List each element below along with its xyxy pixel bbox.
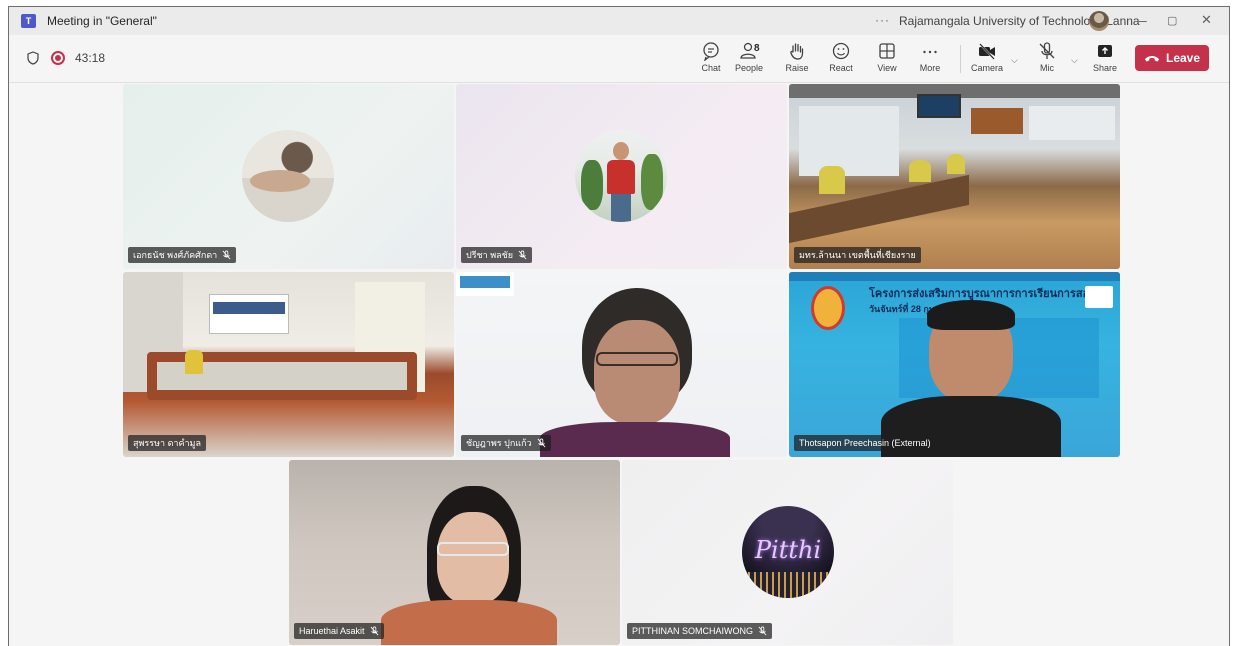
leave-button[interactable]: Leave — [1135, 45, 1209, 71]
title-bar: T Meeting in "General" ··· Rajamangala U… — [9, 7, 1229, 35]
react-button[interactable]: React — [819, 41, 863, 81]
participant-name-label: Thotsapon Preechasin (External) — [794, 435, 936, 451]
raise-hand-icon — [790, 43, 804, 60]
share-button[interactable]: Share — [1083, 41, 1127, 81]
recording-icon — [51, 51, 65, 65]
participant-video-tile[interactable]: โครงการส่งเสริมการบูรณาการการเรียนการสอน… — [789, 272, 1120, 457]
mic-off-icon — [537, 438, 546, 448]
mic-button[interactable]: Mic — [1025, 41, 1069, 81]
restore-button[interactable]: ▢ — [1167, 14, 1177, 27]
more-label: More — [919, 63, 941, 73]
mic-label: Mic — [1040, 63, 1054, 73]
people-label: People — [734, 63, 764, 73]
mic-options-chevron-icon[interactable]: ⌵ — [1071, 55, 1078, 66]
participant-video-tile[interactable]: Haruethai Asakit — [289, 460, 620, 645]
participant-name: Haruethai Asakit — [299, 626, 365, 636]
participant-name-label: สุพรรษา ดาคำมูล — [128, 435, 207, 451]
leave-label: Leave — [1165, 51, 1201, 65]
share-screen-icon — [1098, 45, 1112, 57]
participant-video-tile[interactable]: ชัญฎาพร ปุกแก้ว — [456, 272, 787, 457]
mic-off-icon — [518, 250, 527, 260]
participant-name: Thotsapon Preechasin (External) — [799, 438, 931, 448]
user-avatar[interactable] — [1089, 11, 1109, 31]
grid-view-icon — [879, 43, 895, 59]
close-button[interactable]: ✕ — [1201, 12, 1212, 28]
video-stage: เอกธนัช พงศ์ภัคศักดา ปรีชา พลชัย มทร.ล้า… — [9, 84, 1229, 646]
participant-name-label: ชัญฎาพร ปุกแก้ว — [461, 435, 551, 451]
camera-label: Camera — [970, 63, 1003, 73]
meeting-timer: 43:18 — [75, 51, 106, 65]
more-options-icon[interactable]: ··· — [875, 13, 890, 27]
participant-avatar: Pitthi — [742, 506, 834, 598]
people-button[interactable]: 8 People — [727, 41, 771, 81]
participant-name: ปรีชา พลชัย — [466, 250, 514, 260]
participant-tile[interactable]: เอกธนัช พงศ์ภัคศักดา — [123, 84, 454, 269]
mic-off-icon — [222, 250, 231, 260]
share-label: Share — [1092, 63, 1118, 73]
chat-label: Chat — [701, 63, 721, 73]
chat-icon — [703, 42, 719, 61]
minimize-button[interactable]: – — [1139, 12, 1147, 28]
view-button[interactable]: View — [865, 41, 909, 81]
participant-name-label: ปรีชา พลชัย — [461, 247, 533, 263]
participant-name: PITTHINAN SOMCHAIWONG — [632, 626, 753, 636]
shield-icon — [27, 51, 39, 65]
participant-video-tile[interactable]: มทร.ล้านนา เขตพื้นที่เชียงราย — [789, 84, 1120, 269]
participant-name-label: Haruethai Asakit — [294, 623, 384, 639]
mic-off-icon — [758, 626, 767, 636]
view-label: View — [877, 63, 897, 73]
participant-video-tile[interactable]: สุพรรษา ดาคำมูล — [123, 272, 454, 457]
participant-name-label: มทร.ล้านนา เขตพื้นที่เชียงราย — [794, 247, 921, 263]
raise-hand-button[interactable]: Raise — [775, 41, 819, 81]
avatar-neon-text: Pitthi — [754, 536, 822, 564]
more-button[interactable]: More — [908, 41, 952, 81]
participant-tile[interactable]: ปรีชา พลชัย — [456, 84, 787, 269]
teams-logo-icon: T — [21, 14, 36, 28]
smiley-icon — [832, 42, 850, 60]
camera-options-chevron-icon[interactable]: ⌵ — [1011, 55, 1018, 66]
more-dots-icon — [923, 50, 937, 54]
camera-off-icon — [979, 43, 995, 60]
camera-button[interactable]: Camera — [965, 41, 1009, 81]
mic-off-icon — [370, 626, 378, 636]
hang-up-icon — [1144, 55, 1160, 62]
participant-avatar — [242, 130, 334, 222]
participant-name: ชัญฎาพร ปุกแก้ว — [466, 438, 532, 448]
banner-title: โครงการส่งเสริมการบูรณาการการเรียนการสอน — [869, 288, 1097, 300]
toolbar-divider — [960, 45, 961, 73]
participant-name: มทร.ล้านนา เขตพื้นที่เชียงราย — [799, 250, 916, 260]
participant-name: สุพรรษา ดาคำมูล — [133, 438, 202, 448]
people-count-badge: 8 — [754, 43, 760, 54]
participant-name: เอกธนัช พงศ์ภัคศักดา — [133, 250, 218, 260]
participant-avatar — [575, 130, 667, 222]
participant-name-label: PITTHINAN SOMCHAIWONG — [627, 623, 772, 639]
participant-tile[interactable]: Pitthi PITTHINAN SOMCHAIWONG — [622, 460, 953, 645]
participant-name-label: เอกธนัช พงศ์ภัคศักดา — [128, 247, 237, 263]
react-label: React — [829, 63, 853, 73]
meeting-toolbar: 43:18 Chat 8 People Raise React View Mor… — [9, 35, 1229, 83]
raise-label: Raise — [785, 63, 809, 73]
teams-meeting-window: T Meeting in "General" ··· Rajamangala U… — [8, 6, 1230, 646]
window-title: Meeting in "General" — [47, 14, 157, 28]
mic-off-icon — [1039, 42, 1055, 59]
